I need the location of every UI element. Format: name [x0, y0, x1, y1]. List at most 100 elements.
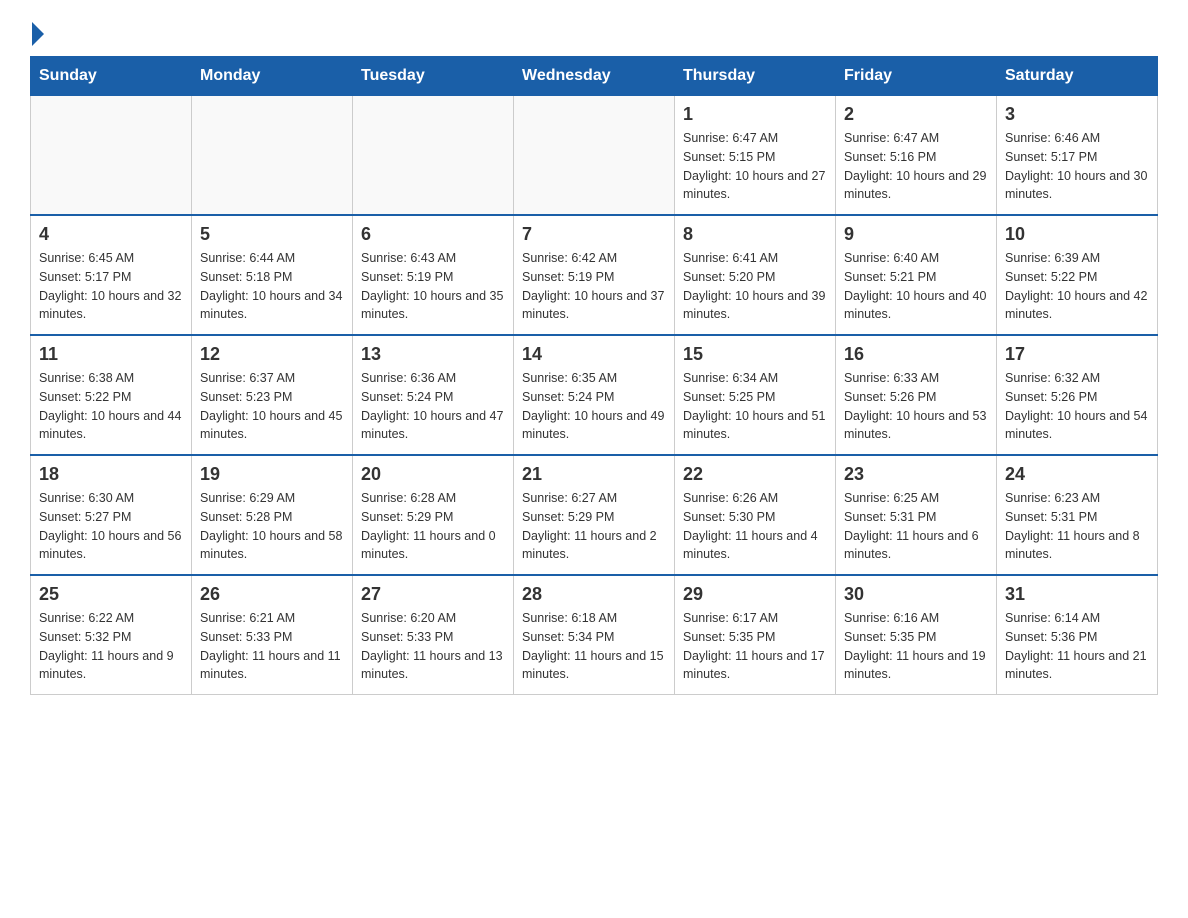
- calendar-cell: 20 Sunrise: 6:28 AMSunset: 5:29 PMDayligh…: [353, 455, 514, 575]
- calendar-cell: 10Sunrise: 6:39 AMSunset: 5:22 PMDayligh…: [997, 215, 1158, 335]
- calendar-cell: 31 Sunrise: 6:14 AMSunset: 5:36 PMDayligh…: [997, 575, 1158, 695]
- calendar-week-row: 1 Sunrise: 6:47 AMSunset: 5:15 PMDaylight…: [31, 96, 1158, 216]
- weekday-header-thursday: Thursday: [675, 57, 836, 96]
- day-number: 2: [844, 104, 988, 125]
- day-info: Sunrise: 6:27 AMSunset: 5:29 PMDaylight:…: [522, 489, 666, 564]
- calendar-week-row: 25 Sunrise: 6:22 AMSunset: 5:32 PMDayligh…: [31, 575, 1158, 695]
- day-number: 24: [1005, 464, 1149, 485]
- day-info: Sunrise: 6:47 AMSunset: 5:15 PMDaylight:…: [683, 129, 827, 204]
- day-info: Sunrise: 6:38 AMSunset: 5:22 PMDaylight:…: [39, 369, 183, 444]
- calendar-cell: 24 Sunrise: 6:23 AMSunset: 5:31 PMDayligh…: [997, 455, 1158, 575]
- day-number: 29: [683, 584, 827, 605]
- day-info: Sunrise: 6:17 AMSunset: 5:35 PMDaylight:…: [683, 609, 827, 684]
- header: [30, 20, 1158, 46]
- calendar-cell: 1 Sunrise: 6:47 AMSunset: 5:15 PMDaylight…: [675, 96, 836, 216]
- day-info: Sunrise: 6:34 AMSunset: 5:25 PMDaylight:…: [683, 369, 827, 444]
- day-number: 14: [522, 344, 666, 365]
- calendar-cell: [353, 96, 514, 216]
- day-number: 31: [1005, 584, 1149, 605]
- calendar-cell: 4 Sunrise: 6:45 AMSunset: 5:17 PMDaylight…: [31, 215, 192, 335]
- weekday-header-wednesday: Wednesday: [514, 57, 675, 96]
- calendar-week-row: 18 Sunrise: 6:30 AMSunset: 5:27 PMDayligh…: [31, 455, 1158, 575]
- day-info: Sunrise: 6:41 AMSunset: 5:20 PMDaylight:…: [683, 249, 827, 324]
- day-info: Sunrise: 6:30 AMSunset: 5:27 PMDaylight:…: [39, 489, 183, 564]
- weekday-header-monday: Monday: [192, 57, 353, 96]
- day-info: Sunrise: 6:43 AMSunset: 5:19 PMDaylight:…: [361, 249, 505, 324]
- calendar-cell: 26Sunrise: 6:21 AMSunset: 5:33 PMDayligh…: [192, 575, 353, 695]
- day-info: Sunrise: 6:35 AMSunset: 5:24 PMDaylight:…: [522, 369, 666, 444]
- day-info: Sunrise: 6:37 AMSunset: 5:23 PMDaylight:…: [200, 369, 344, 444]
- calendar-cell: 29 Sunrise: 6:17 AMSunset: 5:35 PMDayligh…: [675, 575, 836, 695]
- calendar-cell: 2 Sunrise: 6:47 AMSunset: 5:16 PMDaylight…: [836, 96, 997, 216]
- day-info: Sunrise: 6:29 AMSunset: 5:28 PMDaylight:…: [200, 489, 344, 564]
- day-info: Sunrise: 6:32 AMSunset: 5:26 PMDaylight:…: [1005, 369, 1149, 444]
- day-number: 17: [1005, 344, 1149, 365]
- calendar-cell: 30 Sunrise: 6:16 AMSunset: 5:35 PMDayligh…: [836, 575, 997, 695]
- day-info: Sunrise: 6:42 AMSunset: 5:19 PMDaylight:…: [522, 249, 666, 324]
- day-number: 4: [39, 224, 183, 245]
- day-number: 6: [361, 224, 505, 245]
- day-info: Sunrise: 6:14 AMSunset: 5:36 PMDaylight:…: [1005, 609, 1149, 684]
- calendar-cell: 25 Sunrise: 6:22 AMSunset: 5:32 PMDayligh…: [31, 575, 192, 695]
- day-info: Sunrise: 6:45 AMSunset: 5:17 PMDaylight:…: [39, 249, 183, 324]
- day-info: Sunrise: 6:22 AMSunset: 5:32 PMDaylight:…: [39, 609, 183, 684]
- calendar-cell: 27Sunrise: 6:20 AMSunset: 5:33 PMDayligh…: [353, 575, 514, 695]
- day-number: 13: [361, 344, 505, 365]
- calendar-table: SundayMondayTuesdayWednesdayThursdayFrid…: [30, 56, 1158, 695]
- calendar-cell: 14 Sunrise: 6:35 AMSunset: 5:24 PMDayligh…: [514, 335, 675, 455]
- day-number: 25: [39, 584, 183, 605]
- day-info: Sunrise: 6:47 AMSunset: 5:16 PMDaylight:…: [844, 129, 988, 204]
- day-number: 30: [844, 584, 988, 605]
- calendar-cell: 11 Sunrise: 6:38 AMSunset: 5:22 PMDayligh…: [31, 335, 192, 455]
- calendar-week-row: 4 Sunrise: 6:45 AMSunset: 5:17 PMDaylight…: [31, 215, 1158, 335]
- day-number: 9: [844, 224, 988, 245]
- calendar-cell: 12Sunrise: 6:37 AMSunset: 5:23 PMDayligh…: [192, 335, 353, 455]
- calendar-cell: 5Sunrise: 6:44 AMSunset: 5:18 PMDaylight…: [192, 215, 353, 335]
- day-number: 20: [361, 464, 505, 485]
- day-info: Sunrise: 6:39 AMSunset: 5:22 PMDaylight:…: [1005, 249, 1149, 324]
- weekday-header-friday: Friday: [836, 57, 997, 96]
- day-number: 16: [844, 344, 988, 365]
- calendar-cell: [514, 96, 675, 216]
- calendar-cell: 28 Sunrise: 6:18 AMSunset: 5:34 PMDayligh…: [514, 575, 675, 695]
- day-number: 11: [39, 344, 183, 365]
- day-number: 28: [522, 584, 666, 605]
- day-number: 22: [683, 464, 827, 485]
- calendar-cell: 21Sunrise: 6:27 AMSunset: 5:29 PMDayligh…: [514, 455, 675, 575]
- day-number: 7: [522, 224, 666, 245]
- calendar-cell: 18 Sunrise: 6:30 AMSunset: 5:27 PMDayligh…: [31, 455, 192, 575]
- calendar-week-row: 11 Sunrise: 6:38 AMSunset: 5:22 PMDayligh…: [31, 335, 1158, 455]
- day-info: Sunrise: 6:25 AMSunset: 5:31 PMDaylight:…: [844, 489, 988, 564]
- day-info: Sunrise: 6:46 AMSunset: 5:17 PMDaylight:…: [1005, 129, 1149, 204]
- day-number: 23: [844, 464, 988, 485]
- day-number: 3: [1005, 104, 1149, 125]
- day-info: Sunrise: 6:23 AMSunset: 5:31 PMDaylight:…: [1005, 489, 1149, 564]
- day-number: 18: [39, 464, 183, 485]
- day-info: Sunrise: 6:36 AMSunset: 5:24 PMDaylight:…: [361, 369, 505, 444]
- day-number: 5: [200, 224, 344, 245]
- day-info: Sunrise: 6:16 AMSunset: 5:35 PMDaylight:…: [844, 609, 988, 684]
- weekday-header-tuesday: Tuesday: [353, 57, 514, 96]
- day-info: Sunrise: 6:18 AMSunset: 5:34 PMDaylight:…: [522, 609, 666, 684]
- day-number: 15: [683, 344, 827, 365]
- calendar-cell: 19Sunrise: 6:29 AMSunset: 5:28 PMDayligh…: [192, 455, 353, 575]
- day-info: Sunrise: 6:20 AMSunset: 5:33 PMDaylight:…: [361, 609, 505, 684]
- calendar-cell: 23 Sunrise: 6:25 AMSunset: 5:31 PMDayligh…: [836, 455, 997, 575]
- calendar-cell: [31, 96, 192, 216]
- day-number: 8: [683, 224, 827, 245]
- day-info: Sunrise: 6:21 AMSunset: 5:33 PMDaylight:…: [200, 609, 344, 684]
- weekday-header-sunday: Sunday: [31, 57, 192, 96]
- calendar-cell: 6 Sunrise: 6:43 AMSunset: 5:19 PMDaylight…: [353, 215, 514, 335]
- calendar-cell: 15 Sunrise: 6:34 AMSunset: 5:25 PMDayligh…: [675, 335, 836, 455]
- calendar-cell: 13 Sunrise: 6:36 AMSunset: 5:24 PMDayligh…: [353, 335, 514, 455]
- calendar-cell: [192, 96, 353, 216]
- day-info: Sunrise: 6:40 AMSunset: 5:21 PMDaylight:…: [844, 249, 988, 324]
- day-number: 1: [683, 104, 827, 125]
- calendar-cell: 7 Sunrise: 6:42 AMSunset: 5:19 PMDaylight…: [514, 215, 675, 335]
- day-info: Sunrise: 6:28 AMSunset: 5:29 PMDaylight:…: [361, 489, 505, 564]
- calendar-cell: 17 Sunrise: 6:32 AMSunset: 5:26 PMDayligh…: [997, 335, 1158, 455]
- day-info: Sunrise: 6:26 AMSunset: 5:30 PMDaylight:…: [683, 489, 827, 564]
- logo: [30, 20, 44, 46]
- weekday-header-row: SundayMondayTuesdayWednesdayThursdayFrid…: [31, 57, 1158, 96]
- logo-triangle-icon: [32, 22, 44, 46]
